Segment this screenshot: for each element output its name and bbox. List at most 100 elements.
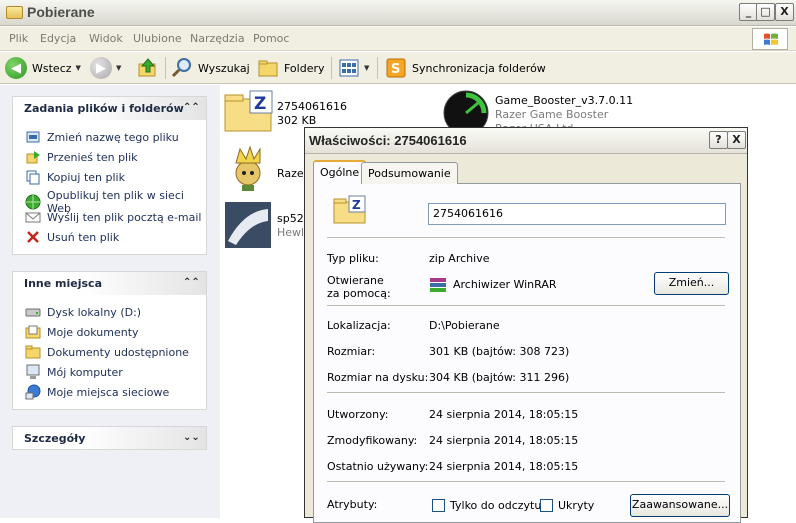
maximize-button[interactable]: □ bbox=[756, 3, 775, 21]
move-icon bbox=[25, 149, 41, 165]
created-label: Utworzony: bbox=[327, 408, 389, 421]
search-label: Wyszukaj bbox=[198, 61, 250, 75]
menu-help[interactable]: Pomoc bbox=[253, 32, 289, 45]
details-panel-title: Szczegóły bbox=[24, 431, 86, 445]
sync-label: Synchronizacja folderów bbox=[412, 61, 546, 75]
tasks-panel-body: Zmień nazwę tego pliku Przenieś ten plik… bbox=[12, 120, 207, 255]
dropdown-arrow-icon[interactable]: ▼ bbox=[76, 64, 81, 72]
sync-icon: S bbox=[386, 58, 406, 78]
computer-icon bbox=[25, 364, 41, 380]
readonly-checkbox[interactable] bbox=[432, 499, 445, 512]
hidden-checkbox[interactable] bbox=[540, 499, 553, 512]
svg-text:S: S bbox=[391, 62, 400, 77]
windows-logo-icon bbox=[752, 28, 788, 50]
file-item[interactable]: Razer bbox=[224, 145, 314, 195]
up-folder-icon bbox=[138, 58, 156, 77]
tab-summary[interactable]: Podsumowanie bbox=[361, 162, 458, 184]
properties-dialog: Właściwości: 2754061616 ? X Z 2754061616… bbox=[304, 127, 748, 523]
place-local-disk[interactable]: Dysk lokalny (D:) bbox=[25, 304, 141, 320]
hidden-label: Ukryty bbox=[558, 499, 595, 512]
copy-icon bbox=[25, 169, 41, 185]
rename-icon bbox=[25, 129, 41, 145]
size-label: Rozmiar: bbox=[327, 345, 376, 358]
location-label: Lokalizacja: bbox=[327, 319, 391, 332]
svg-text:Z: Z bbox=[254, 94, 266, 114]
folders-label: Foldery bbox=[284, 61, 325, 75]
location-value: D:\Pobierane bbox=[429, 319, 500, 332]
place-network[interactable]: Moje miejsca sieciowe bbox=[25, 384, 169, 400]
delete-x-icon bbox=[25, 229, 41, 245]
collapse-chevron-icon[interactable]: ⌃⌃ bbox=[183, 276, 200, 290]
menu-bar: Plik Edycja Widok Ulubione Narzędzia Pom… bbox=[0, 27, 796, 51]
place-my-documents[interactable]: Moje dokumenty bbox=[25, 324, 139, 340]
disk-size-label: Rozmiar na dysku: bbox=[327, 371, 429, 384]
dialog-titlebar: Właściwości: 2754061616 ? X bbox=[305, 128, 747, 154]
forward-arrow-icon: ▶ bbox=[90, 57, 112, 79]
modified-value: 24 sierpnia 2014, 18:05:15 bbox=[429, 434, 579, 447]
back-button[interactable]: ◀ Wstecz ▼ bbox=[5, 55, 81, 81]
drive-icon bbox=[25, 304, 41, 320]
dropdown-arrow-icon[interactable]: ▼ bbox=[364, 64, 369, 72]
menu-tools[interactable]: Narzędzia bbox=[190, 32, 245, 45]
dialog-close-button[interactable]: X bbox=[727, 131, 746, 149]
network-globe-icon bbox=[25, 384, 41, 400]
accessed-value: 24 sierpnia 2014, 18:05:15 bbox=[429, 460, 579, 473]
help-button[interactable]: ? bbox=[709, 131, 728, 149]
readonly-label: Tylko do odczytu bbox=[450, 499, 542, 512]
file-item[interactable]: sp523 Hewle bbox=[224, 201, 314, 251]
disk-size-value: 304 KB (bajtów: 311 296) bbox=[429, 371, 570, 384]
expand-chevron-icon[interactable]: ⌄⌄ bbox=[183, 431, 200, 445]
shared-folder-icon bbox=[25, 344, 41, 360]
close-button[interactable]: X bbox=[775, 3, 794, 21]
winrar-icon bbox=[430, 278, 446, 292]
search-icon bbox=[171, 58, 191, 78]
tab-general[interactable]: Ogólne bbox=[313, 160, 367, 184]
task-rename[interactable]: Zmień nazwę tego pliku bbox=[25, 129, 179, 145]
email-icon bbox=[25, 209, 41, 225]
separator bbox=[327, 305, 725, 307]
dialog-title: Właściwości: 2754061616 bbox=[309, 133, 467, 148]
up-folder-button[interactable] bbox=[137, 55, 159, 81]
hp-installer-icon bbox=[225, 202, 271, 248]
folders-icon bbox=[258, 60, 278, 77]
size-value: 301 KB (bajtów: 308 723) bbox=[429, 345, 570, 358]
place-my-computer[interactable]: Mój komputer bbox=[25, 364, 123, 380]
places-panel-header[interactable]: Inne miejsca ⌃⌃ bbox=[12, 271, 207, 295]
task-email[interactable]: Wyślij ten plik pocztą e-mail bbox=[25, 209, 202, 225]
tasks-panel-title: Zadania plików i folderów bbox=[24, 102, 184, 115]
zip-folder-icon: Z bbox=[333, 195, 366, 224]
dropdown-arrow-icon[interactable]: ▼ bbox=[116, 64, 121, 72]
menu-view[interactable]: Widok bbox=[89, 32, 123, 45]
window-title: Pobierane bbox=[27, 4, 95, 20]
folders-button[interactable]: Foldery bbox=[257, 55, 325, 81]
menu-edit[interactable]: Edycja bbox=[40, 32, 76, 45]
file-size: 302 KB bbox=[277, 114, 317, 127]
menu-favorites[interactable]: Ulubione bbox=[133, 32, 182, 45]
places-panel-body: Dysk lokalny (D:) Moje dokumenty Dokumen… bbox=[12, 295, 207, 410]
views-button[interactable]: ▼ bbox=[338, 55, 369, 81]
advanced-button[interactable]: Zaawansowane... bbox=[630, 494, 730, 517]
collapse-chevron-icon[interactable]: ⌃⌃ bbox=[183, 101, 200, 115]
task-move[interactable]: Przenieś ten plik bbox=[25, 149, 138, 165]
details-panel-header[interactable]: Szczegóły ⌄⌄ bbox=[12, 426, 207, 450]
filename-input[interactable]: 2754061616 bbox=[428, 203, 726, 225]
documents-icon bbox=[25, 324, 41, 340]
back-label: Wstecz bbox=[32, 61, 72, 75]
separator bbox=[327, 481, 725, 483]
task-delete[interactable]: Usuń ten plik bbox=[25, 229, 119, 245]
search-button[interactable]: Wyszukaj bbox=[171, 55, 250, 81]
menu-file[interactable]: Plik bbox=[9, 32, 28, 45]
sync-folders-button[interactable]: S Synchronizacja folderów bbox=[385, 55, 546, 81]
file-description: Razer Game Booster bbox=[495, 108, 609, 121]
tab-panel-general: Z 2754061616 Typ pliku: zip Archive Otwi… bbox=[313, 183, 741, 523]
file-name: 2754061616 bbox=[277, 100, 347, 113]
svg-text:Z: Z bbox=[352, 198, 361, 212]
created-value: 24 sierpnia 2014, 18:05:15 bbox=[429, 408, 579, 421]
task-copy[interactable]: Kopiuj ten plik bbox=[25, 169, 125, 185]
place-shared-documents[interactable]: Dokumenty udostępnione bbox=[25, 344, 189, 360]
change-button[interactable]: Zmień... bbox=[654, 272, 729, 295]
forward-button[interactable]: ▶ ▼ bbox=[90, 55, 121, 81]
toolbar: ◀ Wstecz ▼ ▶ ▼ Wyszukaj Foldery ▼ S Sync… bbox=[0, 52, 796, 84]
tasks-panel-header[interactable]: Zadania plików i folderów ⌃⌃ bbox=[12, 96, 207, 120]
type-value: zip Archive bbox=[429, 252, 490, 265]
